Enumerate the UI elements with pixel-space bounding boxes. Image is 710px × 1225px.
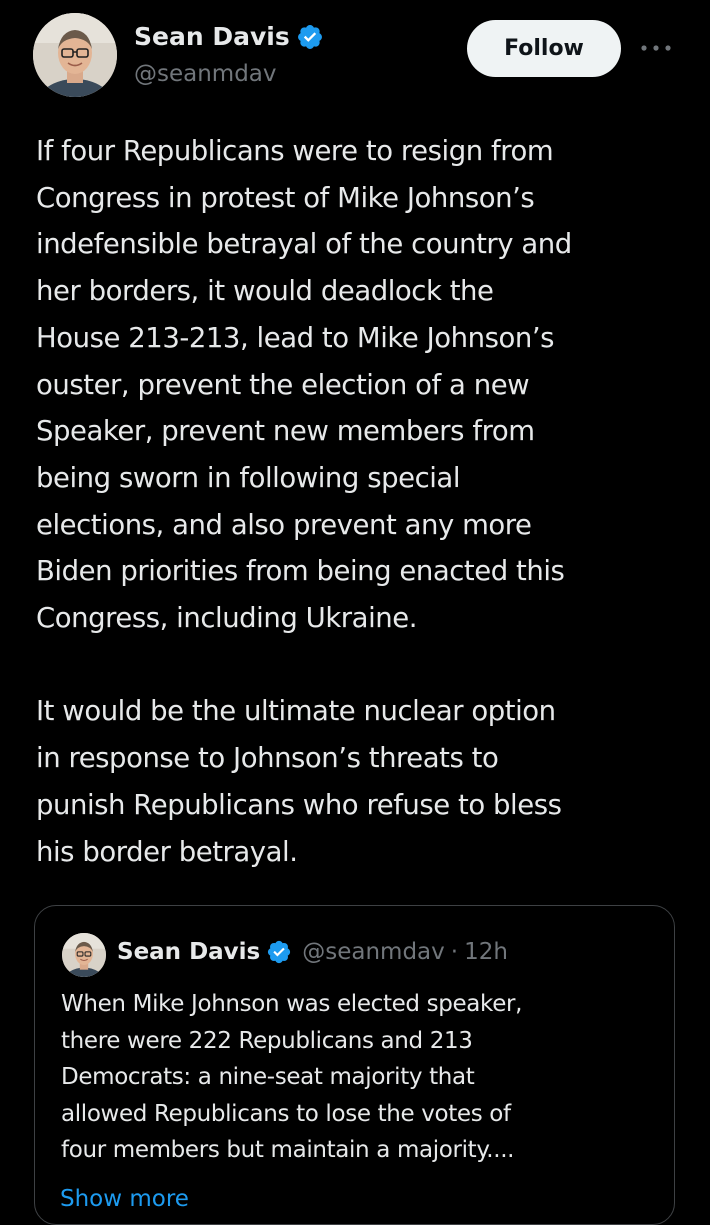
- tweet-line: her borders, it would deadlock the: [36, 275, 494, 308]
- tweet-line: in response to Johnson’s threats to: [36, 742, 499, 775]
- author-handle[interactable]: @seanmdav: [134, 59, 277, 89]
- author-display-name[interactable]: Sean Davis: [134, 21, 290, 53]
- tweet-line: punish Republicans who refuse to bless: [36, 788, 562, 821]
- tweet-line: ouster, prevent the election of a new: [36, 368, 530, 401]
- author-avatar[interactable]: [33, 13, 117, 97]
- tweet-line: Speaker, prevent new members from: [36, 415, 535, 448]
- tweet-line: indefensible betrayal of the country and: [36, 228, 572, 261]
- separator-dot: ·: [450, 939, 459, 965]
- quoted-author-handle: @seanmdav: [302, 939, 445, 965]
- tweet-line: Biden priorities from being enacted this: [36, 555, 565, 588]
- avatar-photo-icon: [62, 933, 106, 977]
- quoted-author-avatar: [62, 933, 106, 977]
- verified-badge-icon: [268, 940, 291, 964]
- more-options-button[interactable]: [636, 30, 676, 66]
- quoted-tweet-line: allowed Republicans to lose the votes of: [61, 1100, 511, 1127]
- follow-button[interactable]: Follow: [467, 20, 621, 77]
- tweet-line: being sworn in following special: [36, 461, 461, 494]
- avatar-photo-icon: [33, 13, 117, 97]
- quoted-tweet-text: When Mike Johnson was elected speaker, t…: [61, 986, 661, 1169]
- tweet-header: Sean Davis @seanmdav Follow: [0, 0, 710, 110]
- tweet-line: his border betrayal.: [36, 835, 298, 868]
- quoted-author-name: Sean Davis: [117, 939, 261, 965]
- tweet-line: Congress in protest of Mike Johnson’s: [36, 181, 535, 214]
- verified-badge-icon: [296, 23, 324, 51]
- show-more-link[interactable]: Show more: [60, 1186, 189, 1212]
- author-name-row: Sean Davis: [134, 21, 324, 53]
- quoted-tweet-line: When Mike Johnson was elected speaker,: [61, 991, 523, 1017]
- quoted-tweet-line: four members but maintain a majority....: [61, 1137, 515, 1164]
- quoted-tweet-time: 12h: [464, 939, 508, 965]
- tweet-line: Congress, including Ukraine.: [36, 602, 417, 635]
- more-horizontal-icon: [641, 45, 671, 51]
- tweet-line: It would be the ultimate nuclear option: [36, 695, 556, 728]
- quoted-tweet-line: Democrats: a nine-seat majority that: [61, 1064, 475, 1091]
- quoted-tweet-card[interactable]: Sean Davis @seanmdav · 12h When Mike Joh…: [34, 905, 675, 1225]
- tweet-line: elections, and also prevent any more: [36, 508, 532, 541]
- tweet-text: If four Republicans were to resign from …: [36, 128, 696, 875]
- quoted-tweet-line: there were 222 Republicans and 213: [61, 1027, 473, 1054]
- tweet-line: House 213-213, lead to Mike Johnson’s: [36, 321, 555, 354]
- tweet-line: If four Republicans were to resign from: [36, 135, 554, 167]
- quoted-tweet-header: Sean Davis @seanmdav · 12h: [117, 937, 508, 967]
